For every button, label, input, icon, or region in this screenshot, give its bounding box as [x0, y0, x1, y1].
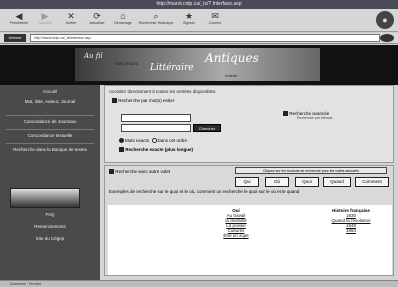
search-label: Rechercher Historique [138, 21, 174, 25]
search-input-1[interactable] [121, 114, 191, 122]
browser-window: http://marot.cidp.ca/_ts/? Interface.asp… [0, 0, 398, 287]
radio-ordre-label: Dans cet ordre [157, 138, 188, 143]
sidebar-image [10, 188, 80, 208]
bookmark-icon: ★ [184, 11, 194, 21]
advanced-search-label: Recherche avancée [289, 111, 330, 116]
search-button[interactable]: ⌕ Rechercher Historique [136, 9, 176, 31]
browse-section: Recherche avec autre volet Cliquez sur l… [104, 165, 394, 276]
url-field[interactable]: http://marot.cidp.ca/_ts/Interface.asp [30, 34, 380, 42]
advanced-search-sub: Recherche par thèmes [297, 116, 333, 121]
mail-label: Courrier [208, 21, 222, 25]
mail-button[interactable]: ✉ Courrier [202, 9, 228, 31]
exact-search-label: Recherche exacte (plus longue) [125, 147, 194, 152]
quand-button[interactable]: Quand [323, 177, 351, 187]
back-label: Précédente [10, 21, 28, 25]
results-column-1: Oui Au travail la clientèle La poésie Cu… [206, 208, 266, 238]
quoi-button[interactable]: Quoi [295, 177, 319, 187]
go-icon[interactable] [380, 34, 394, 42]
browse-header[interactable]: Recherche avec autre volet [109, 169, 209, 175]
home-button[interactable]: ⌂ Démarrage [110, 9, 136, 31]
site-banner: Au fil des jours Antiques Littéraire Ind… [0, 45, 398, 85]
arrow-right-icon: ▶ [41, 11, 49, 21]
sidebar-item-faq[interactable]: FAQ [4, 212, 96, 218]
browser-logo-icon: ● [376, 11, 394, 29]
results-panel: Oui Au travail la clientèle La poésie Cu… [108, 205, 392, 275]
forward-button[interactable]: ▶ Suivante [32, 9, 58, 31]
sidebar-divider [6, 143, 94, 144]
window-title: http://marot.cidp.ca/_ts/? Interface.asp [156, 1, 242, 7]
banner-image [75, 48, 320, 81]
stop-button[interactable]: ✕ Arrêter [58, 9, 84, 31]
qui-button[interactable]: Qui [235, 177, 259, 187]
browse-hint: Cliquez sur les boutons de recherche pou… [235, 167, 387, 174]
browse-header-label: Recherche avec autre volet [115, 169, 171, 174]
radio-exact[interactable] [119, 138, 124, 144]
refresh-label: Actualiser [89, 21, 105, 25]
sidebar-item-mot-liste[interactable]: Mot, liste, Auteur, Journal [4, 99, 96, 105]
exact-search-checkbox[interactable] [119, 147, 124, 153]
result-link[interactable]: Être un sujet [206, 233, 266, 238]
browse-example: Exemples de recherche sur le quoi et le … [109, 189, 300, 194]
sidebar-divider [6, 129, 94, 130]
banner-text-5: Indexé [225, 73, 238, 78]
sidebar-item-banque-textes[interactable]: Recherche dans la Banque de textes [4, 147, 96, 153]
home-icon: ⌂ [120, 11, 126, 21]
sidebar: Accueil Mot, liste, Auteur, Journal Conc… [0, 85, 100, 280]
exact-search-option[interactable]: Recherche exacte (plus longue) [119, 147, 194, 153]
search-input-2[interactable] [121, 124, 191, 132]
ou-button[interactable]: Où [265, 177, 289, 187]
mail-icon: ✉ [211, 11, 219, 21]
search-icon: ⌕ [153, 11, 159, 21]
refresh-button[interactable]: ⟳ Actualiser [84, 9, 110, 31]
comment-button[interactable]: Comment [355, 177, 389, 187]
word-search-checkbox[interactable] [112, 98, 117, 104]
status-bar: Document : Terminé [0, 280, 398, 287]
refresh-icon: ⟳ [93, 11, 101, 21]
sidebar-item-remerciements[interactable]: Remerciements [4, 224, 96, 230]
sidebar-item-accueil[interactable]: Accueil [4, 89, 96, 95]
banner-text-1: Au fil [84, 52, 103, 60]
result-link[interactable]: 1864 [313, 228, 389, 233]
word-search-option[interactable]: Recherche par mot(s) entier [112, 98, 175, 104]
sidebar-item-site-cegep[interactable]: Site du Cégep [4, 236, 96, 242]
stop-icon: ✕ [67, 11, 75, 21]
main-content: Accédez directement à toutes les entrées… [100, 85, 398, 280]
bookmarks-button[interactable]: ★ Signets [176, 9, 202, 31]
home-label: Démarrage [114, 21, 132, 25]
stop-label: Arrêter [65, 21, 77, 25]
advanced-search-option[interactable]: Recherche avancée Recherche par thèmes [283, 111, 332, 120]
banner-text-3: Antiques [205, 51, 259, 65]
arrow-left-icon: ◀ [15, 11, 23, 21]
back-button[interactable]: ◀ Précédente [6, 9, 32, 31]
sidebar-item-concordance-textuelle[interactable]: Concordance textuelle [4, 133, 96, 139]
sidebar-divider [6, 115, 94, 116]
radio-exact-label: Mots exacts [125, 138, 150, 143]
forward-label: Suivante [38, 21, 52, 25]
advanced-search-checkbox[interactable] [283, 111, 288, 117]
browser-toolbar: ◀ Précédente ▶ Suivante ✕ Arrêter ⟳ Actualis… [0, 9, 398, 32]
address-label: Adresse [4, 34, 26, 42]
search-intro: Accédez directement à toutes les entrées… [109, 89, 217, 94]
word-search-label: Recherche par mot(s) entier [118, 98, 175, 103]
word-search-section: Accédez directement à toutes les entrées… [104, 85, 394, 163]
title-bar: http://marot.cidp.ca/_ts/? Interface.asp [0, 0, 398, 9]
search-submit-button[interactable]: Chercher [193, 124, 221, 132]
banner-text-4: Littéraire [150, 63, 194, 73]
browse-checkbox[interactable] [109, 169, 114, 175]
banner-text-2: des jours [115, 61, 139, 67]
results-column-2: Histoire française 1830 Quand la révolut… [313, 208, 389, 233]
radio-ordre[interactable] [151, 138, 157, 144]
address-bar: Adresse http://marot.cidp.ca/_ts/Interfa… [0, 33, 398, 44]
search-mode-radios: Mots exacts Dans cet ordre [119, 138, 188, 144]
sidebar-item-concordance-journaux[interactable]: Concordance de Journaux [4, 119, 96, 125]
bookmarks-label: Signets [183, 21, 195, 25]
